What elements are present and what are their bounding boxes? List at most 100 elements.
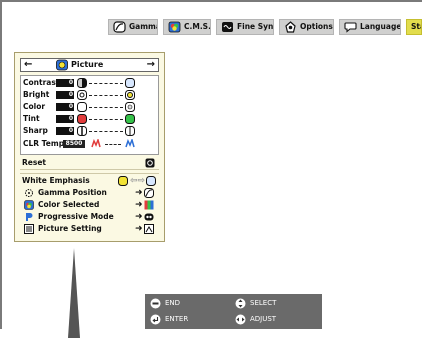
- option-color-selected[interactable]: Color Selected ➜: [20, 199, 159, 211]
- gamma-icon: [113, 21, 126, 33]
- color-selected-icon: [144, 200, 154, 210]
- option-white-emphasis[interactable]: White Emphasis ⇦⇨: [22, 175, 161, 187]
- reset-label: Reset: [22, 158, 46, 167]
- menu-next-arrow[interactable]: →: [147, 59, 155, 71]
- 3d-mode-icon: [144, 213, 154, 221]
- tab-fine-sync-label: Fine Sync: [237, 22, 274, 31]
- menu-header: ← Picture →: [20, 58, 159, 72]
- adjust-label: CLR Temp: [23, 139, 65, 148]
- option-arrow: ⇦⇨: [130, 176, 146, 186]
- contrast-low-icon: [77, 78, 87, 88]
- slider-track[interactable]: [89, 83, 123, 85]
- adjust-clr-temp-row[interactable]: CLR Temp 8500: [23, 139, 158, 149]
- slider-track[interactable]: [89, 95, 123, 97]
- option-arrow: ➜: [135, 224, 143, 234]
- options-icon: [285, 21, 296, 33]
- tab-language[interactable]: Language: [339, 19, 401, 35]
- help-enter-label: ENTER: [165, 315, 189, 323]
- adjust-value: 0: [56, 127, 74, 135]
- tint-green-icon: [125, 114, 135, 124]
- help-select-label: SELECT: [250, 299, 277, 307]
- slider-track[interactable]: [89, 131, 123, 133]
- option-label: Picture Setting: [38, 224, 102, 233]
- reset-icon: [145, 158, 155, 168]
- adjust-label: Contrast: [23, 78, 60, 87]
- sharp-low-icon: [77, 126, 87, 136]
- slider-track[interactable]: [105, 144, 121, 146]
- adjust-button-icon: [235, 314, 246, 325]
- tab-status-label: Stat: [411, 22, 421, 31]
- picture-icon: [56, 59, 68, 71]
- end-button-icon: [150, 298, 161, 309]
- tab-gamma-label: Gamma: [129, 22, 158, 31]
- adjust-label: Bright: [23, 90, 50, 99]
- tab-cms[interactable]: C.M.S.: [163, 19, 211, 35]
- select-button-icon: [235, 298, 246, 309]
- contrast-high-icon: [125, 78, 135, 88]
- window-frame-left: [0, 0, 2, 329]
- progressive-icon: [26, 213, 33, 221]
- picture-menu-panel: ← Picture → Contrast 0 Bright 0 Color 0: [14, 52, 165, 242]
- adjust-bright-row[interactable]: Bright 0: [23, 90, 158, 100]
- cms-icon: [24, 200, 34, 210]
- adjust-label: Sharp: [23, 126, 48, 135]
- adjust-value: 0: [56, 79, 74, 87]
- color-high-icon: [125, 102, 135, 112]
- option-arrow: ➜: [135, 212, 143, 222]
- language-icon: [344, 22, 357, 33]
- option-label: Gamma Position: [38, 188, 107, 197]
- callout-pointer: [68, 248, 80, 338]
- help-end-label: END: [165, 299, 181, 307]
- adjust-label: Color: [23, 102, 46, 111]
- clr-temp-value: 8500: [63, 140, 85, 148]
- enter-button-icon: [150, 314, 161, 325]
- adjust-value: 0: [56, 91, 74, 99]
- sharp-high-icon: [125, 126, 135, 136]
- tab-options[interactable]: Options: [279, 19, 334, 35]
- adjust-label: Tint: [23, 114, 40, 123]
- tab-fine-sync[interactable]: Fine Sync: [216, 19, 274, 35]
- gamma-position-icon: [25, 189, 33, 197]
- cms-icon: [168, 21, 181, 33]
- adjust-color-row[interactable]: Color 0: [23, 102, 158, 112]
- adjust-sharp-row[interactable]: Sharp 0: [23, 126, 158, 136]
- option-picture-setting[interactable]: Picture Setting ➜: [20, 223, 159, 235]
- adjustment-list: Contrast 0 Bright 0 Color 0 Tint 0 Sharp…: [20, 75, 159, 155]
- tab-language-label: Language: [360, 22, 401, 31]
- picture-setting-detail-icon: [144, 224, 154, 234]
- slider-track[interactable]: [89, 107, 123, 109]
- option-arrow: ➜: [135, 188, 143, 198]
- fine-sync-icon: [222, 22, 233, 32]
- reset-row[interactable]: Reset: [20, 157, 159, 170]
- option-label: Color Selected: [38, 200, 100, 209]
- options-list: White Emphasis ⇦⇨ Gamma Position ➜ Color…: [20, 173, 159, 237]
- white-emphasis-high-icon: [146, 176, 156, 186]
- slider-track[interactable]: [89, 119, 123, 121]
- option-label: White Emphasis: [22, 176, 90, 185]
- tab-options-label: Options: [300, 22, 333, 31]
- bright-low-icon: [77, 90, 87, 100]
- menu-prev-arrow[interactable]: ←: [24, 59, 32, 71]
- help-guide-bar: END ENTER SELECT ADJUST: [145, 294, 322, 329]
- adjust-tint-row[interactable]: Tint 0: [23, 114, 158, 124]
- tint-red-icon: [77, 114, 87, 124]
- tab-status[interactable]: Stat: [406, 19, 422, 35]
- bright-high-icon: [125, 90, 135, 100]
- adjust-value: 0: [56, 115, 74, 123]
- option-label: Progressive Mode: [38, 212, 114, 221]
- tab-gamma[interactable]: Gamma: [108, 19, 158, 35]
- option-arrow: ➜: [135, 200, 143, 210]
- clr-temp-warm-icon: [91, 139, 101, 148]
- option-progressive-mode[interactable]: Progressive Mode ➜: [20, 211, 159, 223]
- color-low-icon: [77, 102, 87, 112]
- clr-temp-cool-icon: [125, 139, 135, 148]
- picture-setting-icon: [24, 224, 34, 234]
- adjust-value: 0: [56, 103, 74, 111]
- gamma-icon: [144, 188, 154, 198]
- tab-cms-label: C.M.S.: [184, 22, 211, 31]
- help-adjust-label: ADJUST: [250, 315, 277, 323]
- white-emphasis-low-icon: [118, 176, 128, 186]
- menu-title: Picture: [71, 60, 104, 69]
- option-gamma-position[interactable]: Gamma Position ➜: [20, 187, 159, 199]
- adjust-contrast-row[interactable]: Contrast 0: [23, 78, 158, 88]
